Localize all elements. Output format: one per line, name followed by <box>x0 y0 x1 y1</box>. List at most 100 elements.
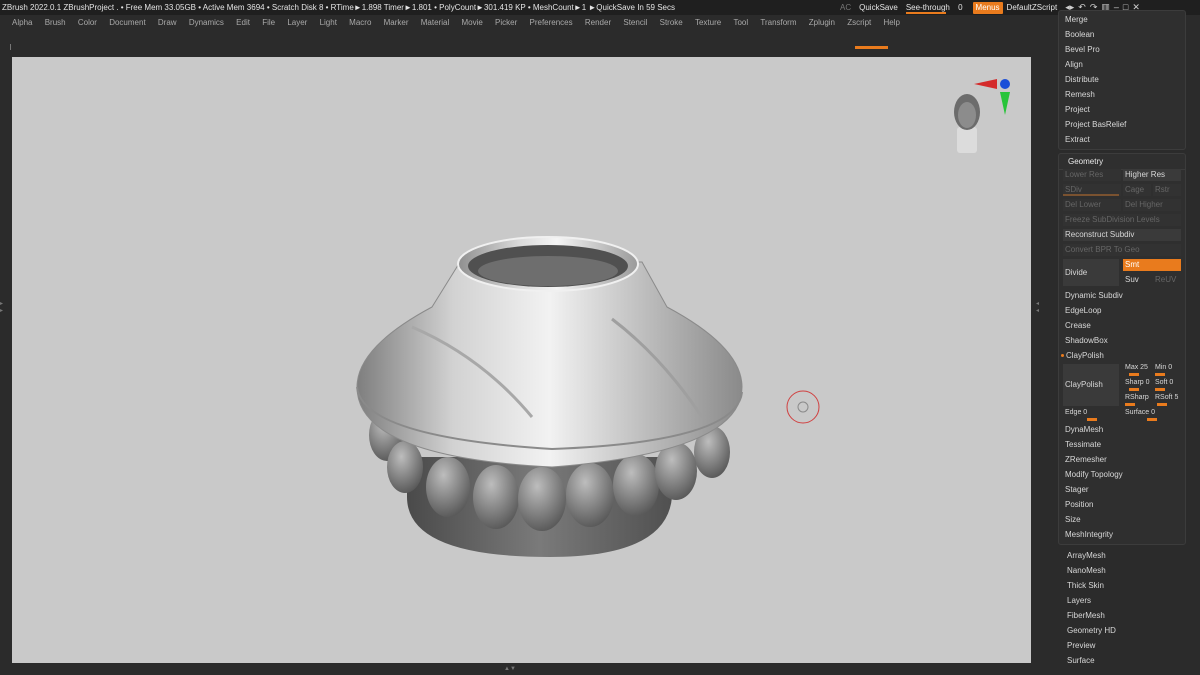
menu-transform[interactable]: Transform <box>760 18 796 27</box>
menu-picker[interactable]: Picker <box>495 18 517 27</box>
size-button[interactable]: Size <box>1065 513 1081 527</box>
rstr-button[interactable]: Rstr <box>1153 184 1181 196</box>
menu-file[interactable]: File <box>262 18 275 27</box>
menu-material[interactable]: Material <box>421 18 449 27</box>
remesh-button[interactable]: Remesh <box>1065 88 1095 102</box>
position-button[interactable]: Position <box>1065 498 1093 512</box>
edge-slider-knob <box>1087 418 1097 421</box>
menu-layer[interactable]: Layer <box>287 18 307 27</box>
menu-alpha[interactable]: Alpha <box>12 18 32 27</box>
brush-cursor <box>786 390 820 424</box>
menu-marker[interactable]: Marker <box>384 18 409 27</box>
crease-button[interactable]: Crease <box>1065 319 1091 333</box>
menu-zscript[interactable]: Zscript <box>847 18 871 27</box>
tessimate-button[interactable]: Tessimate <box>1065 438 1101 452</box>
geometry-panel: Geometry Lower Res Higher Res SDiv Cage … <box>1058 153 1186 545</box>
mesh-rim <box>457 236 639 292</box>
title-bar: ZBrush 2022.0.1 ZBrushProject . • Free M… <box>0 0 1200 15</box>
right-tray-handle[interactable]: ◂ ◂ <box>1036 300 1042 360</box>
canvas-viewport[interactable] <box>12 57 1031 663</box>
shadowbox-button[interactable]: ShadowBox <box>1065 334 1108 348</box>
edge-slider[interactable]: Edge 0 <box>1065 406 1087 420</box>
bevel-pro-button[interactable]: Bevel Pro <box>1065 43 1100 57</box>
sharp-label: Sharp <box>1125 379 1144 386</box>
timeline-ruler[interactable] <box>10 44 1030 50</box>
menu-document[interactable]: Document <box>109 18 145 27</box>
fibermesh-item[interactable]: FiberMesh <box>1067 609 1105 623</box>
rsoft-slider-knob <box>1157 403 1167 406</box>
distribute-button[interactable]: Distribute <box>1065 73 1099 87</box>
main-menu-bar: Alpha Brush Color Document Draw Dynamics… <box>0 15 1200 30</box>
extract-button[interactable]: Extract <box>1065 133 1090 147</box>
menu-zplugin[interactable]: Zplugin <box>809 18 835 27</box>
menu-preferences[interactable]: Preferences <box>530 18 573 27</box>
quicksave-button[interactable]: QuickSave <box>859 0 898 15</box>
dynamic-subdiv-button[interactable]: Dynamic Subdiv <box>1065 289 1123 303</box>
default-script-button[interactable]: DefaultZScript <box>1007 0 1058 15</box>
zremesher-button[interactable]: ZRemesher <box>1065 453 1107 467</box>
menu-stroke[interactable]: Stroke <box>660 18 683 27</box>
surface-item[interactable]: Surface <box>1067 654 1095 668</box>
divide-button[interactable]: Divide <box>1063 259 1119 286</box>
preview-item[interactable]: Preview <box>1067 639 1095 653</box>
active-dot-icon <box>1061 354 1064 358</box>
menu-help[interactable]: Help <box>883 18 899 27</box>
claypolish-button[interactable]: ClayPolish <box>1063 364 1119 406</box>
menus-button[interactable]: Menus <box>972 1 1003 14</box>
project-basrelief-button[interactable]: Project BasRelief <box>1065 118 1126 132</box>
sculpt-canvas[interactable] <box>12 57 1031 663</box>
menu-macro[interactable]: Macro <box>349 18 371 27</box>
boolean-button[interactable]: Boolean <box>1065 28 1094 42</box>
timeline-marker[interactable] <box>855 46 888 49</box>
freeze-subdiv-button[interactable]: Freeze SubDivision Levels <box>1063 214 1181 226</box>
del-higher-button[interactable]: Del Higher <box>1123 199 1181 211</box>
project-button[interactable]: Project <box>1065 103 1090 117</box>
lower-res-button[interactable]: Lower Res <box>1063 169 1121 181</box>
menu-light[interactable]: Light <box>320 18 337 27</box>
menu-brush[interactable]: Brush <box>45 18 66 27</box>
cage-button[interactable]: Cage <box>1123 184 1151 196</box>
seethrough-label: See-through <box>905 3 950 12</box>
ac-button[interactable]: AC <box>840 0 851 15</box>
geometry-hd-item[interactable]: Geometry HD <box>1067 624 1116 638</box>
menu-stencil[interactable]: Stencil <box>623 18 647 27</box>
dynamesh-button[interactable]: DynaMesh <box>1065 423 1103 437</box>
reuv-toggle[interactable]: ReUV <box>1153 274 1181 286</box>
layers-item[interactable]: Layers <box>1067 594 1091 608</box>
arraymesh-item[interactable]: ArrayMesh <box>1067 549 1106 563</box>
left-tray-handle[interactable]: ▸ ▸ <box>0 300 6 360</box>
reconstruct-subdiv-button[interactable]: Reconstruct Subdiv <box>1063 229 1181 241</box>
del-lower-button[interactable]: Del Lower <box>1063 199 1121 211</box>
timeline-start-tick <box>10 44 11 50</box>
higher-res-button[interactable]: Higher Res <box>1123 169 1181 181</box>
geometry-title[interactable]: Geometry <box>1068 155 1103 169</box>
sdiv-track <box>1063 194 1119 196</box>
menu-tool[interactable]: Tool <box>733 18 748 27</box>
modify-topology-button[interactable]: Modify Topology <box>1065 468 1123 482</box>
thick-skin-item[interactable]: Thick Skin <box>1067 579 1104 593</box>
menu-texture[interactable]: Texture <box>695 18 721 27</box>
menu-render[interactable]: Render <box>585 18 611 27</box>
menu-color[interactable]: Color <box>78 18 97 27</box>
merge-button[interactable]: Merge <box>1065 13 1088 27</box>
claypolish-section[interactable]: ClayPolish <box>1061 349 1104 363</box>
convert-bpr-button[interactable]: Convert BPR To Geo <box>1063 244 1181 256</box>
suv-toggle[interactable]: Suv <box>1123 274 1151 286</box>
smt-toggle[interactable]: Smt <box>1123 259 1181 271</box>
bottom-tray-handle[interactable]: ▲▼ <box>480 666 540 672</box>
navigation-gizmo[interactable] <box>954 79 1010 153</box>
menu-edit[interactable]: Edit <box>236 18 250 27</box>
menu-draw[interactable]: Draw <box>158 18 177 27</box>
nanomesh-item[interactable]: NanoMesh <box>1067 564 1106 578</box>
seethrough-slider[interactable]: See-through 0 <box>905 0 963 15</box>
deformation-panel: Merge Boolean Bevel Pro Align Distribute… <box>1058 10 1186 150</box>
align-button[interactable]: Align <box>1065 58 1083 72</box>
stager-button[interactable]: Stager <box>1065 483 1089 497</box>
meshintegrity-button[interactable]: MeshIntegrity <box>1065 528 1113 542</box>
edgeloop-button[interactable]: EdgeLoop <box>1065 304 1101 318</box>
claypolish-header: ClayPolish <box>1066 351 1104 360</box>
sharp-value: 0 <box>1145 379 1150 386</box>
menu-dynamics[interactable]: Dynamics <box>189 18 224 27</box>
menu-movie[interactable]: Movie <box>461 18 482 27</box>
app-status-info: ZBrush 2022.0.1 ZBrushProject . • Free M… <box>2 3 675 12</box>
